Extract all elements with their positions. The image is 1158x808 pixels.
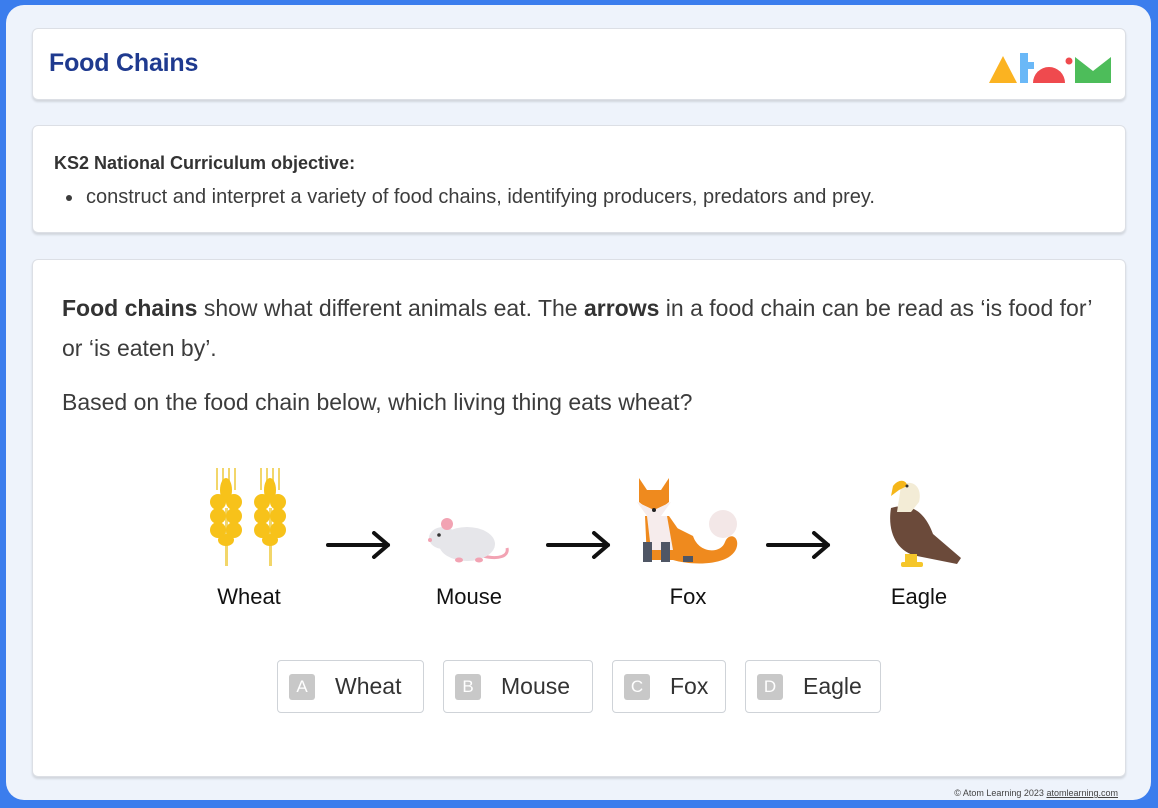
question-card: Food chains show what different animals …	[32, 259, 1126, 777]
intro-text: Food chains show what different animals …	[62, 288, 1092, 368]
fox-icon	[637, 478, 738, 564]
logo-dot	[1065, 57, 1073, 65]
arrow-right-icon	[326, 531, 390, 559]
answer-option-a[interactable]: A Wheat	[277, 660, 424, 713]
copyright-text: © Atom Learning 2023	[954, 788, 1047, 798]
answer-letter-badge: B	[455, 673, 481, 700]
logo-m	[1075, 57, 1111, 83]
header-card: Food Chains	[32, 28, 1126, 100]
answer-option-d[interactable]: D Eagle	[745, 660, 881, 713]
chain-label-eagle: Eagle	[890, 584, 948, 609]
wheat-icon	[210, 468, 286, 566]
objective-item: construct and interpret a variety of foo…	[54, 186, 875, 209]
page-title: Food Chains	[49, 49, 199, 77]
objective-heading: KS2 National Curriculum objective:	[54, 153, 356, 173]
mouse-icon	[428, 518, 509, 563]
answer-text: Fox	[670, 673, 709, 699]
chain-label-mouse: Mouse	[435, 584, 503, 609]
chain-item-eagle: Eagle	[844, 468, 994, 610]
chain-label-fox: Fox	[669, 584, 707, 609]
answer-option-c[interactable]: C Fox	[612, 660, 726, 713]
logo-semicircle	[1033, 67, 1065, 83]
objective-card: KS2 National Curriculum objective: const…	[32, 125, 1126, 233]
atomlearning-link[interactable]: atomlearning.com	[1046, 788, 1118, 798]
arrow-right-icon	[766, 531, 830, 559]
answer-options: A Wheat B Mouse C Fox D Eagle	[33, 660, 1125, 714]
chain-item-wheat: Wheat	[174, 468, 324, 610]
answer-option-b[interactable]: B Mouse	[443, 660, 593, 713]
answer-text: Wheat	[335, 673, 402, 699]
answer-letter-badge: C	[624, 673, 650, 700]
answer-letter-badge: A	[289, 673, 315, 700]
footer: © Atom Learning 2023 atomlearning.com	[954, 788, 1118, 798]
question-prompt: Based on the food chain below, which liv…	[62, 389, 693, 415]
answer-text: Mouse	[501, 673, 571, 699]
answer-letter-badge: D	[757, 673, 783, 700]
answer-text: Eagle	[803, 673, 862, 699]
arrow-right-icon	[546, 531, 610, 559]
chain-item-fox: Fox	[613, 468, 763, 610]
bullet-icon	[66, 194, 72, 201]
atom-logo	[989, 53, 1111, 83]
intro-bold-food-chains: Food chains	[62, 295, 198, 321]
intro-text-part1: show what different animals eat. The	[197, 295, 584, 321]
page-frame: Food Chains KS2 National Curriculum obje…	[6, 5, 1151, 800]
objective-list: construct and interpret a variety of foo…	[54, 186, 875, 209]
intro-bold-arrows: arrows	[583, 295, 660, 321]
logo-triangle	[989, 56, 1017, 83]
chain-item-mouse: Mouse	[394, 468, 544, 610]
logo-t-arm	[1020, 62, 1034, 69]
chain-label-wheat: Wheat	[217, 584, 281, 609]
eagle-icon	[890, 480, 961, 567]
objective-item-text: construct and interpret a variety of foo…	[86, 186, 875, 208]
